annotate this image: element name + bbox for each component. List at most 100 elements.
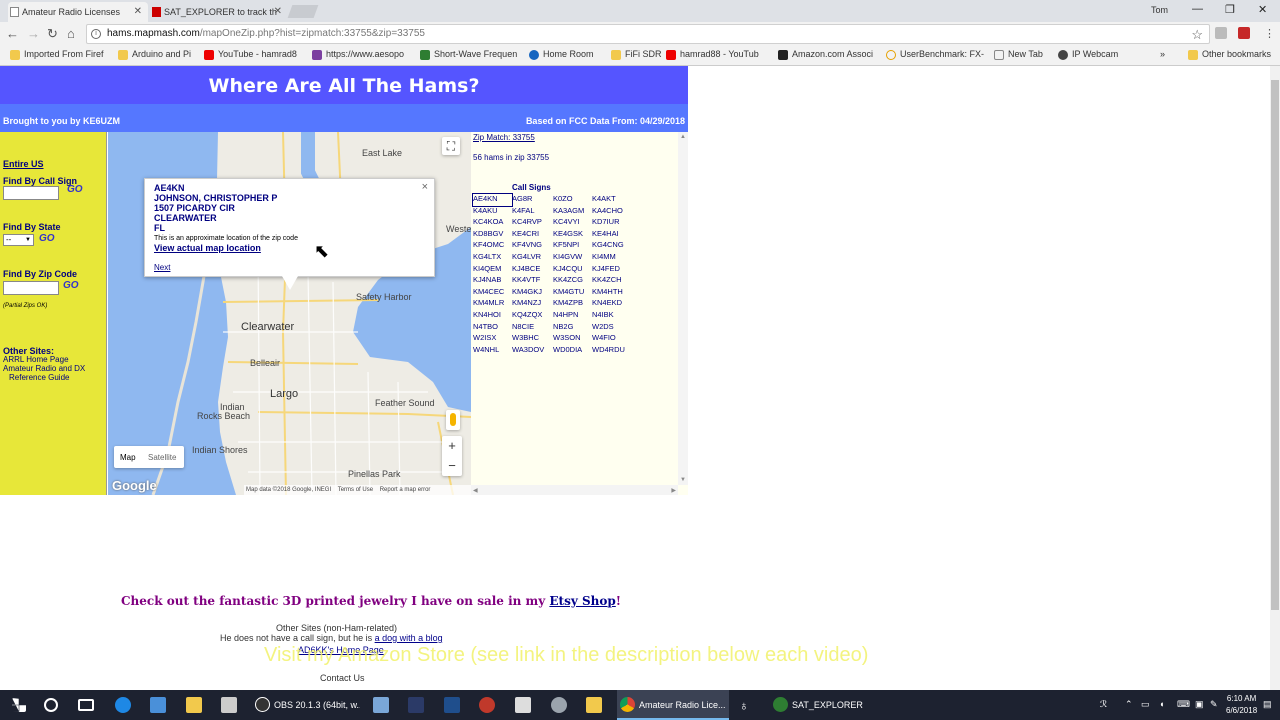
language-icon[interactable]: ✎ — [1210, 699, 1218, 710]
close-tab-icon[interactable]: ✕ — [134, 6, 142, 17]
call-sign-link[interactable]: KQ4ZQX — [512, 310, 553, 322]
call-sign-link[interactable]: KM4ZPB — [553, 298, 592, 310]
bookmark-star-icon[interactable]: ☆ — [1191, 26, 1203, 44]
etsy-shop-link[interactable]: Etsy Shop — [549, 594, 615, 608]
call-sign-link[interactable]: K0ZO — [553, 194, 592, 206]
call-sign-link[interactable]: WA3DOV — [512, 345, 553, 357]
call-sign-link[interactable]: W2DS — [592, 322, 632, 334]
call-sign-link[interactable]: KA3AGM — [553, 206, 592, 218]
forward-icon[interactable]: → — [27, 27, 40, 41]
entire-us-link[interactable]: Entire US — [3, 159, 44, 169]
call-go-button[interactable]: GO — [67, 184, 83, 195]
app-icon[interactable] — [221, 697, 237, 713]
map-type-button[interactable]: Map — [120, 453, 136, 462]
scrollbar-thumb[interactable] — [1271, 80, 1279, 610]
bookmark-item[interactable]: UserBenchmark: FX- — [886, 49, 984, 60]
vertical-scrollbar[interactable]: ▲ ▼ — [678, 132, 688, 485]
app-icon[interactable] — [551, 697, 567, 713]
folder-icon[interactable] — [586, 697, 602, 713]
other-bookmarks[interactable]: Other bookmarks — [1188, 49, 1271, 60]
bookmark-item[interactable]: Imported From Firef — [10, 49, 104, 60]
call-sign-link[interactable]: W3BHC — [512, 333, 553, 345]
call-sign-link[interactable]: WD0DIA — [553, 345, 592, 357]
call-sign-link[interactable]: W2ISX — [473, 333, 512, 345]
call-sign-link[interactable]: KK4ZCH — [592, 275, 632, 287]
call-sign-link[interactable]: KI4MM — [592, 252, 632, 264]
tab-amateur-radio[interactable]: Amateur Radio Licenses ✕ — [8, 2, 148, 22]
report-error-link[interactable]: Report a map error — [380, 487, 431, 493]
satellite-type-button[interactable]: Satellite — [148, 453, 176, 462]
tray-overflow-icon[interactable]: ⌃ — [1125, 699, 1133, 710]
taskbar-clock[interactable]: 6:10 AM 6/6/2018 — [1226, 693, 1257, 717]
call-sign-link[interactable]: AG8R — [512, 194, 553, 206]
fullscreen-icon[interactable]: ⛶ — [442, 137, 460, 155]
scroll-up-icon[interactable]: ▲ — [680, 134, 686, 140]
start-windows-icon[interactable] — [12, 698, 26, 712]
app-icon[interactable] — [373, 697, 389, 713]
zoom-out-button[interactable]: − — [442, 456, 462, 476]
call-sign-link[interactable]: KC4KOA — [473, 217, 512, 229]
volume-icon[interactable]: ◖ — [1159, 699, 1164, 709]
call-sign-link[interactable]: KF4VNG — [512, 240, 553, 252]
street-view-pegman-icon[interactable] — [446, 410, 460, 430]
terms-link[interactable]: Terms of Use — [338, 487, 373, 493]
bookmarks-overflow[interactable]: » — [1160, 49, 1165, 59]
search-icon[interactable] — [44, 698, 58, 712]
call-sign-link[interactable]: KF4OMC — [473, 240, 512, 252]
call-sign-link[interactable]: KJ4BCE — [512, 264, 553, 276]
notifications-icon[interactable]: ▤ — [1263, 699, 1272, 710]
call-sign-link[interactable]: W4NHL — [473, 345, 512, 357]
app-icon[interactable] — [479, 697, 495, 713]
dx-guide-link[interactable]: Amateur Radio and DX — [3, 364, 85, 373]
bookmark-item[interactable]: YouTube - hamrad8 — [204, 49, 297, 60]
call-sign-link[interactable]: WD4RDU — [592, 345, 632, 357]
minimize-icon[interactable]: — — [1192, 3, 1203, 15]
zip-input[interactable] — [3, 281, 59, 295]
home-icon[interactable]: ⌂ — [67, 27, 75, 41]
state-go-button[interactable]: GO — [39, 233, 55, 244]
scroll-left-icon[interactable]: ◀ — [473, 487, 478, 494]
call-sign-link[interactable]: KC4RVP — [512, 217, 553, 229]
new-tab-button[interactable] — [287, 5, 319, 18]
call-sign-link[interactable]: KN4EKD — [592, 298, 632, 310]
call-sign-link[interactable]: AE4KN — [472, 193, 513, 207]
extension-icon[interactable] — [1215, 27, 1227, 39]
page-scrollbar[interactable] — [1270, 66, 1280, 690]
state-select[interactable]: -- ▼ — [3, 234, 34, 246]
call-sign-link[interactable]: KG4LTX — [473, 252, 512, 264]
app-icon[interactable] — [408, 697, 424, 713]
call-sign-link[interactable]: KE4CRI — [512, 229, 553, 241]
call-sign-link[interactable]: KJ4CQU — [553, 264, 592, 276]
call-sign-link[interactable]: KE4HAI — [592, 229, 632, 241]
app-icon[interactable] — [515, 697, 531, 713]
call-sign-link[interactable]: KD8BGV — [473, 229, 512, 241]
call-sign-link[interactable]: KD7IUR — [592, 217, 632, 229]
dx-guide-link-2[interactable]: Reference Guide — [9, 373, 69, 382]
bookmark-item[interactable]: Home Room — [529, 49, 594, 60]
dog-blog-link[interactable]: a dog with a blog — [375, 633, 443, 643]
reload-icon[interactable]: ↻ — [47, 27, 58, 41]
address-bar[interactable]: i hams.mapmash.com/mapOneZip.php?hist=zi… — [86, 24, 1210, 44]
call-sign-link[interactable]: KM4GKJ — [512, 287, 553, 299]
next-link[interactable]: Next — [154, 263, 170, 272]
antenna-icon[interactable]: ♁ — [739, 697, 753, 713]
call-sign-link[interactable]: KM4MLR — [473, 298, 512, 310]
task-view-icon[interactable] — [78, 699, 94, 711]
tab-sat-explorer[interactable]: SAT_EXPLORER to track th ✕ — [150, 2, 288, 22]
call-sign-link[interactable]: KI4GVW — [553, 252, 592, 264]
call-sign-link[interactable]: KK4ZCG — [553, 275, 592, 287]
network-antenna-icon[interactable]: ℛ — [1100, 699, 1107, 710]
taskbar-sat-explorer[interactable]: SAT_EXPLORER — [770, 690, 882, 720]
call-sign-link[interactable]: W3SON — [553, 333, 592, 345]
call-sign-link[interactable]: KI4QEM — [473, 264, 512, 276]
call-sign-link[interactable]: KF5NPI — [553, 240, 592, 252]
taskbar-obs[interactable]: OBS 20.1.3 (64bit, w... — [252, 690, 360, 720]
bookmark-item[interactable]: Arduino and Pi — [118, 49, 191, 60]
call-sign-link[interactable]: KE4GSK — [553, 229, 592, 241]
keyboard-icon[interactable]: ⌨ — [1177, 699, 1190, 710]
call-sign-link[interactable]: KC4VYI — [553, 217, 592, 229]
maximize-icon[interactable]: ❐ — [1225, 3, 1235, 16]
store-icon[interactable] — [150, 697, 166, 713]
call-sign-link[interactable]: N4HPN — [553, 310, 592, 322]
call-sign-link[interactable]: KG4CNG — [592, 240, 632, 252]
